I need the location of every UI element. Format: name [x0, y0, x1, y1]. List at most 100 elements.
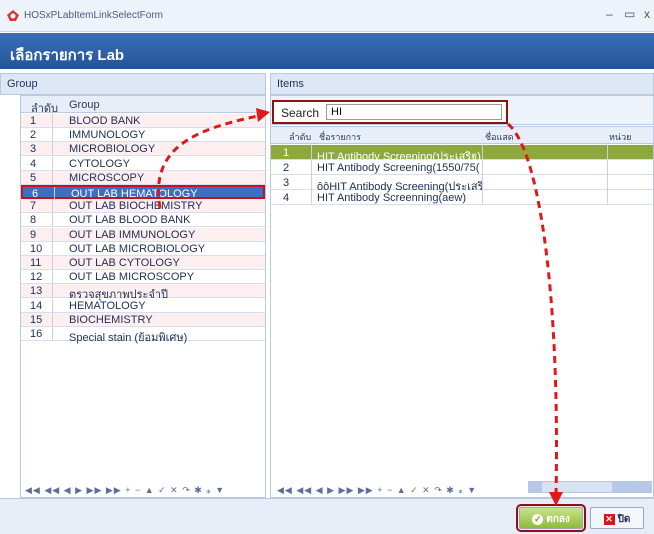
group-row[interactable]: 14 HEMATOLOGY: [21, 298, 265, 313]
group-row-name: OUT LAB HEMATOLOGY: [71, 188, 198, 200]
items-col-display[interactable]: ชื่อแสด: [485, 130, 514, 144]
group-row-no: 10: [27, 241, 53, 255]
minimize-button[interactable]: –: [606, 7, 613, 21]
items-col-unit[interactable]: หน่วย: [609, 130, 631, 144]
page-header: เลือกรายการ Lab: [0, 33, 654, 69]
group-row-name: OUT LAB BLOOD BANK: [69, 214, 191, 227]
group-row-name: MICROBIOLOGY: [69, 143, 156, 156]
group-row-name: OUT LAB BIOCHEMISTRY: [69, 200, 203, 213]
items-row-no: 2: [283, 162, 290, 174]
horizontal-scrollbar[interactable]: [528, 481, 652, 493]
items-row-no: 1: [283, 147, 290, 159]
group-nav-bar[interactable]: ◀◀ ◀◀ ◀ ▶ ▶▶ ▶▶ + − ▲ ✓ ✕ ↷ ✱ ⁎ ▼: [25, 485, 225, 497]
col-separator: [311, 190, 312, 205]
group-row-no: 14: [27, 298, 53, 312]
group-row-no: 2: [27, 128, 53, 142]
group-row-no: 1: [27, 114, 53, 127]
group-row[interactable]: 7 OUT LAB BIOCHEMISTRY: [21, 199, 265, 214]
items-row-no: 3: [283, 177, 290, 189]
group-row-no: 7: [27, 199, 53, 213]
group-row-name: HEMATOLOGY: [69, 299, 146, 312]
items-row[interactable]: 3 ôôHIT Antibody Screening(ประเสริ: [271, 175, 653, 193]
items-row-name: HIT Antibody Screening(1550/75(: [317, 162, 480, 174]
items-row-name: HIT Antibody Screenning(aew): [317, 192, 466, 204]
group-row-name: IMMUNOLOGY: [69, 129, 146, 142]
close-button[interactable]: x: [644, 7, 650, 21]
search-label: Search: [281, 106, 320, 120]
items-grid: ลำดับ ชื่อรายการ ชื่อแสด หน่วย ◀◀ ◀◀ ◀ ▶…: [270, 126, 654, 498]
group-row-no: 4: [27, 156, 53, 170]
items-col-no[interactable]: ลำดับ: [289, 130, 311, 144]
ok-button[interactable]: ✓ ตกลง: [516, 504, 586, 532]
items-row[interactable]: 4 HIT Antibody Screenning(aew): [271, 190, 653, 205]
group-row-no: 9: [27, 227, 53, 241]
check-icon: ✓: [532, 514, 544, 525]
group-row[interactable]: 4 CYTOLOGY: [21, 156, 265, 171]
cancel-label: ปิด: [617, 514, 631, 525]
group-row-no: 11: [27, 256, 53, 269]
group-row-no: 16: [27, 327, 53, 340]
col-separator: [482, 145, 483, 160]
items-row[interactable]: 2 HIT Antibody Screening(1550/75(: [271, 160, 653, 175]
close-x-icon: ✕: [603, 514, 615, 525]
group-row-no: 15: [27, 312, 53, 326]
group-row[interactable]: 15 BIOCHEMISTRY: [21, 312, 265, 327]
group-row-no: 8: [27, 213, 53, 227]
col-separator: [482, 160, 483, 175]
col-separator: [607, 190, 608, 205]
group-row[interactable]: 12 OUT LAB MICROSCOPY: [21, 270, 265, 285]
group-row-name: Special stain (ย้อมพิเศษ): [69, 332, 188, 344]
group-row-no: 5: [27, 170, 53, 184]
items-panel-title: Items: [270, 73, 654, 95]
cancel-button[interactable]: ✕ ปิด: [590, 507, 644, 529]
group-row[interactable]: 11 OUT LAB CYTOLOGY: [21, 256, 265, 270]
col-separator: [311, 175, 312, 190]
group-row-no: 12: [27, 270, 53, 284]
group-grid: ลำดับ Group ◀◀ ◀◀ ◀ ▶ ▶▶ ▶▶ + − ▲ ✓ ✕ ↷ …: [20, 95, 266, 498]
group-row-no: 3: [27, 142, 53, 156]
group-row[interactable]: 6 OUT LAB HEMATOLOGY: [21, 185, 265, 200]
items-col-name[interactable]: ชื่อรายการ: [319, 130, 361, 144]
group-row-name: OUT LAB IMMUNOLOGY: [69, 228, 196, 241]
group-row[interactable]: 16 Special stain (ย้อมพิเศษ): [21, 327, 265, 344]
group-row[interactable]: 5 MICROSCOPY: [21, 170, 265, 185]
window-title: HOSxPLabItemLinkSelectForm: [24, 10, 163, 21]
group-row[interactable]: 9 OUT LAB IMMUNOLOGY: [21, 227, 265, 242]
group-row[interactable]: 10 OUT LAB MICROBIOLOGY: [21, 241, 265, 256]
ok-label: ตกลง: [546, 514, 570, 525]
col-separator: [607, 175, 608, 190]
group-panel-title: Group: [0, 73, 266, 95]
search-input[interactable]: [326, 104, 502, 120]
group-row-name: OUT LAB MICROBIOLOGY: [69, 242, 206, 255]
items-nav-bar[interactable]: ◀◀ ◀◀ ◀ ▶ ▶▶ ▶▶ + − ▲ ✓ ✕ ↷ ✱ ⁎ ▼: [277, 485, 477, 497]
col-separator: [311, 145, 312, 160]
group-row[interactable]: 8 OUT LAB BLOOD BANK: [21, 213, 265, 228]
search-box: Search: [272, 100, 508, 124]
maximize-button[interactable]: ▭: [624, 7, 635, 21]
scrollbar-thumb[interactable]: [542, 482, 612, 492]
group-row-no: 13: [27, 284, 53, 298]
group-grid-header: ลำดับ Group: [21, 96, 265, 115]
group-row[interactable]: 13 ตรวจสุขภาพประจำปี: [21, 284, 265, 301]
group-row-name: CYTOLOGY: [69, 157, 130, 170]
col-separator: [482, 190, 483, 205]
group-row-name: BLOOD BANK: [69, 115, 141, 127]
group-row-name: BIOCHEMISTRY: [69, 313, 153, 326]
group-row[interactable]: 2 IMMUNOLOGY: [21, 128, 265, 143]
col-separator: [482, 175, 483, 190]
group-row[interactable]: 3 MICROBIOLOGY: [21, 142, 265, 157]
items-row-no: 4: [283, 192, 290, 204]
items-grid-header: ลำดับ ชื่อรายการ ชื่อแสด หน่วย: [271, 127, 653, 144]
col-separator: [311, 160, 312, 175]
col-separator: [607, 160, 608, 175]
items-row[interactable]: 1 HIT Antibody Screening(ประเสริฐ): [271, 145, 653, 163]
window-titlebar: HOSxPLabItemLinkSelectForm – ▭ x: [0, 0, 654, 32]
app-icon: [7, 10, 19, 21]
group-row-no: 6: [29, 187, 55, 200]
group-row-name: OUT LAB CYTOLOGY: [69, 257, 180, 269]
col-separator: [607, 145, 608, 160]
group-col-name[interactable]: Group: [69, 99, 100, 111]
group-row-name: MICROSCOPY: [69, 171, 145, 184]
group-row-name: OUT LAB MICROSCOPY: [69, 271, 195, 284]
group-row[interactable]: 1 BLOOD BANK: [21, 114, 265, 128]
